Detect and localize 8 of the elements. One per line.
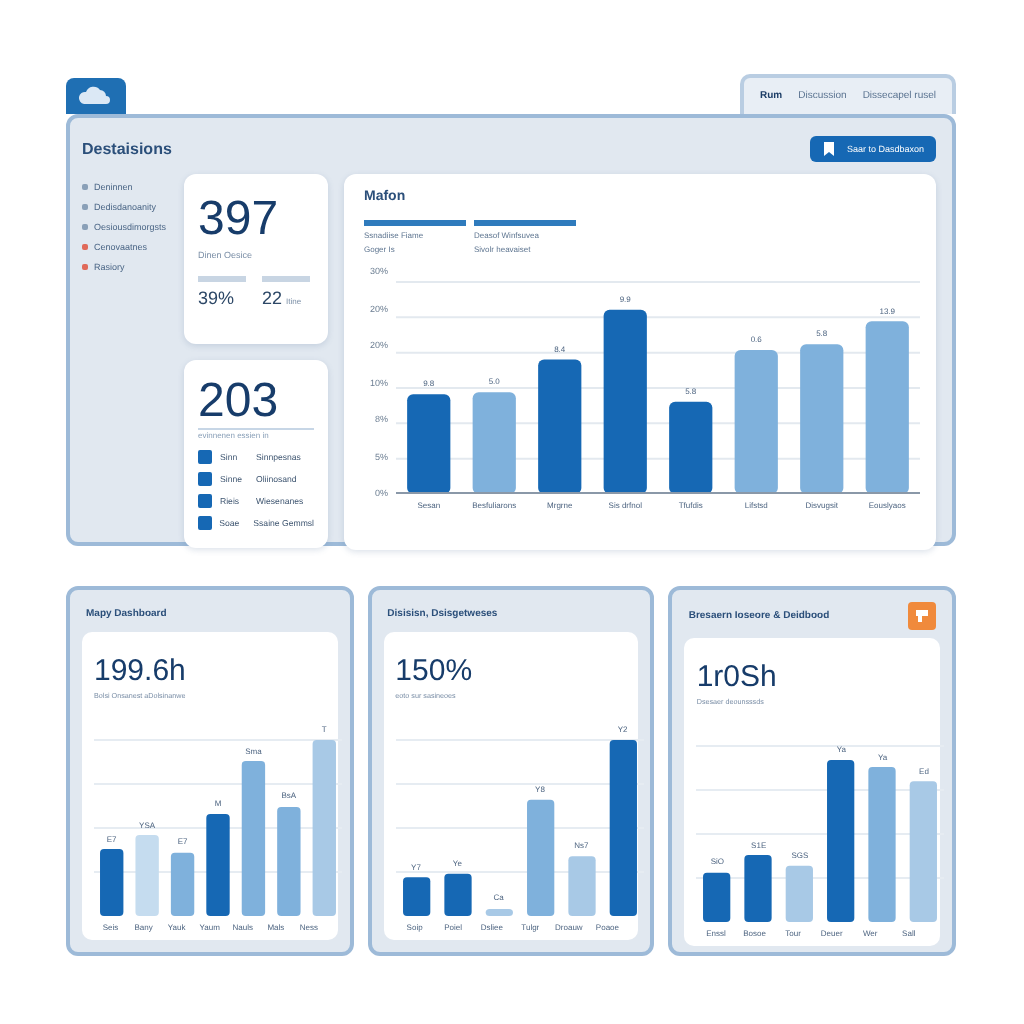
panel-value: 199.6h [94, 656, 188, 688]
metric-value: 22 [262, 288, 283, 308]
panel-value: 150% [395, 656, 475, 688]
panel-value: 1r0Sh [696, 662, 779, 694]
window-title: Destaisions [82, 139, 172, 157]
metric-value: 39% [198, 288, 235, 308]
task-count: 203 [198, 376, 281, 428]
stat-value: 397 [198, 194, 281, 246]
